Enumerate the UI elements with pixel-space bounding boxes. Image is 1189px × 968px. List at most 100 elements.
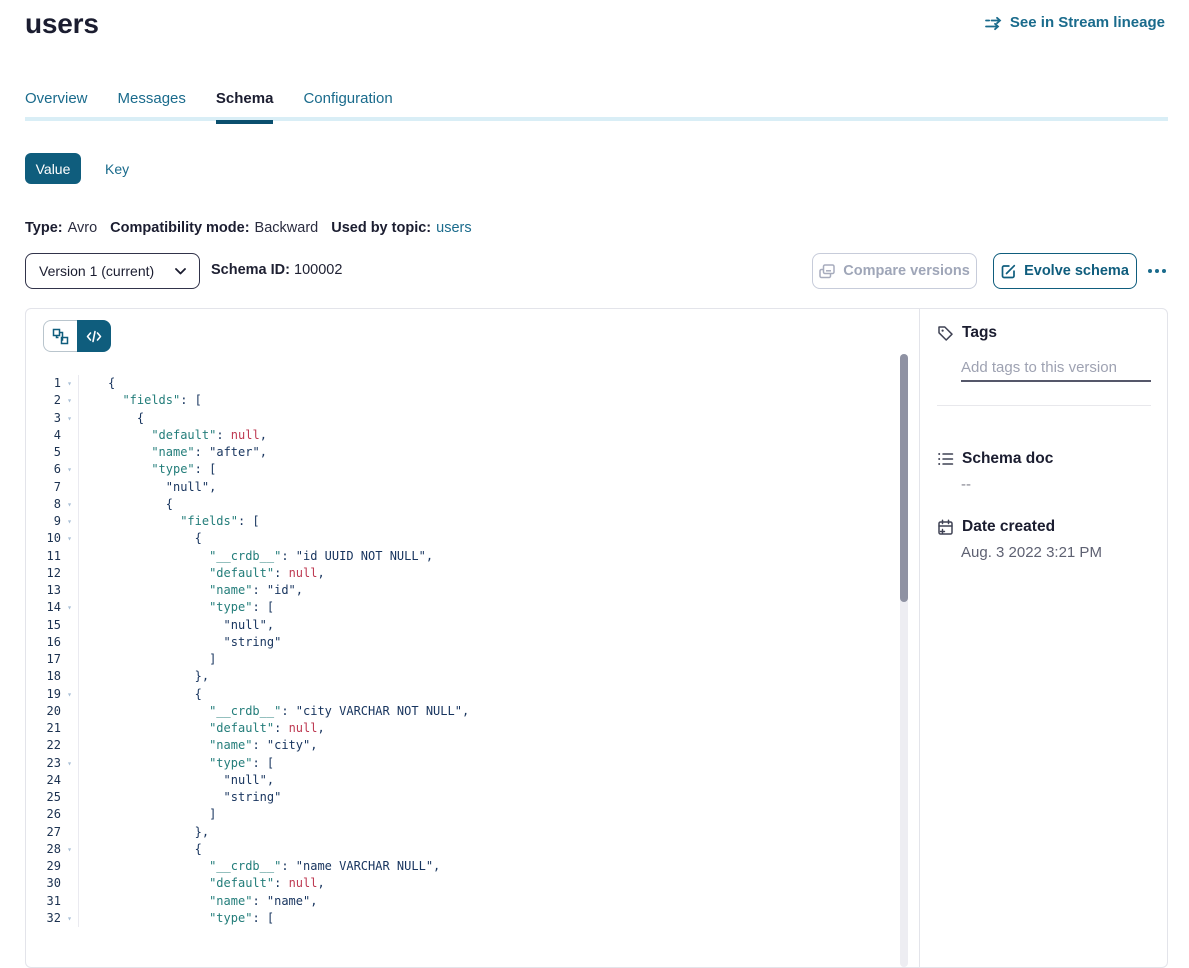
line-number: 17 — [26, 651, 61, 668]
tab-overview[interactable]: Overview — [25, 90, 88, 120]
tab-configuration[interactable]: Configuration — [303, 90, 392, 120]
fold-toggle-icon[interactable]: ▾ — [61, 599, 78, 616]
fold-spacer — [61, 565, 78, 582]
code-line: 26] — [26, 806, 900, 823]
date-created-title: Date created — [962, 518, 1055, 536]
fold-toggle-icon[interactable]: ▾ — [61, 686, 78, 703]
schema-code-editor[interactable]: 1▾{2▾"fields": [3▾{4"default": null,5"na… — [26, 375, 900, 927]
line-number: 10 — [26, 530, 61, 547]
fold-toggle-icon[interactable]: ▾ — [61, 496, 78, 513]
code-text: "name": "after", — [78, 444, 900, 461]
tree-view-button[interactable] — [43, 320, 77, 352]
fold-toggle-icon[interactable]: ▾ — [61, 461, 78, 478]
dot — [1148, 269, 1152, 273]
code-line: 19▾{ — [26, 686, 900, 703]
fold-spacer — [61, 651, 78, 668]
evolve-schema-icon — [1001, 264, 1016, 279]
code-text: "name": "name", — [78, 893, 900, 910]
line-number: 5 — [26, 444, 61, 461]
value-key-toggle: Value Key — [25, 153, 129, 184]
fold-spacer — [61, 444, 78, 461]
schema-id-label: Schema ID: — [211, 262, 290, 278]
schema-doc-value: -- — [961, 476, 971, 493]
code-line: 20"__crdb__": "city VARCHAR NOT NULL", — [26, 703, 900, 720]
fold-toggle-icon[interactable]: ▾ — [61, 755, 78, 772]
fold-spacer — [61, 875, 78, 892]
tags-title: Tags — [962, 324, 997, 342]
code-text: { — [78, 410, 900, 427]
version-select[interactable]: Version 1 (current) — [25, 253, 200, 289]
stream-lineage-link[interactable]: See in Stream lineage — [985, 14, 1165, 31]
code-text: "null", — [78, 772, 900, 789]
code-text: "type": [ — [78, 755, 900, 772]
line-number: 28 — [26, 841, 61, 858]
code-line: 14▾"type": [ — [26, 599, 900, 616]
fold-spacer — [61, 893, 78, 910]
topic-link[interactable]: users — [436, 220, 471, 236]
fold-toggle-icon[interactable]: ▾ — [61, 410, 78, 427]
editor-scrollbar-thumb[interactable] — [900, 354, 908, 602]
fold-spacer — [61, 858, 78, 875]
code-line: 28▾{ — [26, 841, 900, 858]
value-toggle-button[interactable]: Value — [25, 153, 81, 184]
compatibility-label: Compatibility mode: — [110, 220, 249, 236]
line-number: 1 — [26, 375, 61, 392]
line-number: 25 — [26, 789, 61, 806]
code-text: "string" — [78, 634, 900, 651]
compare-versions-button[interactable]: Compare versions — [812, 253, 977, 289]
code-line: 32▾"type": [ — [26, 910, 900, 927]
line-number: 11 — [26, 548, 61, 565]
line-number: 23 — [26, 755, 61, 772]
fold-spacer — [61, 737, 78, 754]
code-text: { — [78, 841, 900, 858]
line-number: 8 — [26, 496, 61, 513]
line-number: 20 — [26, 703, 61, 720]
code-text: "__crdb__": "id UUID NOT NULL", — [78, 548, 900, 565]
line-number: 13 — [26, 582, 61, 599]
code-line: 5 "name": "after", — [26, 444, 900, 461]
fold-toggle-icon[interactable]: ▾ — [61, 513, 78, 530]
code-text: "fields": [ — [78, 392, 900, 409]
version-selected-value: Version 1 (current) — [39, 263, 154, 279]
add-tags-input[interactable] — [961, 359, 1151, 376]
evolve-schema-label: Evolve schema — [1024, 263, 1129, 279]
line-number: 26 — [26, 806, 61, 823]
line-number: 32 — [26, 910, 61, 927]
fold-toggle-icon[interactable]: ▾ — [61, 375, 78, 392]
code-line: 2▾"fields": [ — [26, 392, 900, 409]
fold-spacer — [61, 703, 78, 720]
code-text: "name": "id", — [78, 582, 900, 599]
line-number: 19 — [26, 686, 61, 703]
code-line: 25"string" — [26, 789, 900, 806]
code-line: 23▾"type": [ — [26, 755, 900, 772]
key-toggle-button[interactable]: Key — [105, 161, 129, 177]
date-created-section-header: Date created — [937, 518, 1055, 536]
evolve-schema-button[interactable]: Evolve schema — [993, 253, 1137, 289]
line-number: 30 — [26, 875, 61, 892]
fold-toggle-icon[interactable]: ▾ — [61, 392, 78, 409]
code-text: "null", — [78, 617, 900, 634]
fold-spacer — [61, 720, 78, 737]
line-number: 12 — [26, 565, 61, 582]
code-line: 22"name": "city", — [26, 737, 900, 754]
code-line: 31"name": "name", — [26, 893, 900, 910]
more-actions-button[interactable] — [1144, 253, 1170, 289]
calendar-plus-icon — [937, 519, 954, 536]
code-line: 7"null", — [26, 479, 900, 496]
tab-schema[interactable]: Schema — [216, 90, 274, 120]
line-number: 2 — [26, 392, 61, 409]
code-text: { — [78, 496, 900, 513]
code-line: 12"default": null, — [26, 565, 900, 582]
code-view-button[interactable] — [77, 320, 111, 352]
fold-toggle-icon[interactable]: ▾ — [61, 910, 78, 927]
fold-spacer — [61, 479, 78, 496]
fold-toggle-icon[interactable]: ▾ — [61, 530, 78, 547]
tab-messages[interactable]: Messages — [118, 90, 186, 120]
code-text: ] — [78, 651, 900, 668]
compare-versions-label: Compare versions — [843, 263, 970, 279]
code-text: "type": [ — [78, 910, 900, 927]
code-text: }, — [78, 824, 900, 841]
fold-toggle-icon[interactable]: ▾ — [61, 841, 78, 858]
editor-scrollbar-track[interactable] — [900, 354, 908, 967]
code-line: 1▾{ — [26, 375, 900, 392]
